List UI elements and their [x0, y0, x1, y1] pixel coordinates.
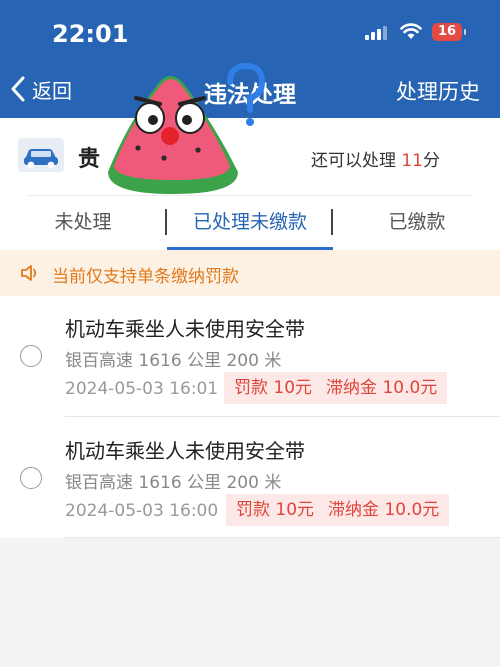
nav-bar: 返回 违法处理 处理历史 [0, 62, 500, 118]
violation-location: 银百高速 1616 公里 200 米 [65, 351, 282, 371]
violation-title: 机动车乘坐人未使用安全带 [65, 317, 305, 341]
fine-badge: 罚款 10元 滞纳金 10.0元 [224, 372, 448, 404]
history-button[interactable]: 处理历史 [396, 76, 480, 106]
tab-unprocessed[interactable]: 未处理 [0, 196, 166, 250]
battery-level: 16 [437, 24, 457, 39]
remaining-points: 还可以处理 11分 [311, 146, 440, 171]
list-item[interactable]: 机动车乘坐人未使用安全带 银百高速 1616 公里 200 米 2024-05-… [0, 296, 500, 416]
select-radio[interactable] [20, 467, 42, 489]
fine-amount: 罚款 10元 [236, 500, 315, 520]
notice-banner: 当前仅支持单条缴纳罚款 [0, 250, 500, 296]
cellular-signal-icon [365, 26, 387, 40]
tab-separator [331, 209, 333, 235]
violation-title: 机动车乘坐人未使用安全带 [65, 439, 305, 463]
late-fee: 滞纳金 10.0元 [326, 378, 438, 398]
vehicle-info: 贵 还可以处理 11分 [0, 118, 500, 196]
violation-list: 机动车乘坐人未使用安全带 银百高速 1616 公里 200 米 2024-05-… [0, 296, 500, 538]
fine-badge: 罚款 10元 滞纳金 10.0元 [226, 494, 450, 526]
remaining-count: 11 [401, 151, 423, 171]
notice-text: 当前仅支持单条缴纳罚款 [52, 267, 239, 287]
fine-amount: 罚款 10元 [234, 378, 313, 398]
violation-datetime: 2024-05-03 16:00 [65, 501, 219, 521]
speaker-icon [21, 265, 37, 281]
tab-paid[interactable]: 已缴款 [334, 196, 500, 250]
car-icon [18, 138, 64, 172]
status-bar: 22:01 16 [0, 0, 500, 62]
plate-number: 贵 [78, 147, 101, 172]
list-item[interactable]: 机动车乘坐人未使用安全带 银百高速 1616 公里 200 米 2024-05-… [0, 418, 500, 538]
divider [65, 416, 500, 417]
tab-processed-unpaid[interactable]: 已处理未缴款 [167, 196, 333, 250]
late-fee: 滞纳金 10.0元 [328, 500, 440, 520]
select-radio[interactable] [20, 345, 42, 367]
violation-location: 银百高速 1616 公里 200 米 [65, 473, 282, 493]
divider [65, 537, 500, 538]
remaining-suffix: 分 [423, 151, 440, 171]
battery-icon: 16 [432, 23, 466, 41]
remaining-prefix: 还可以处理 [310, 151, 396, 171]
violation-datetime: 2024-05-03 16:01 [65, 379, 219, 399]
status-tabs: 未处理 已处理未缴款 已缴款 [0, 196, 500, 250]
wifi-icon [400, 23, 422, 39]
status-time: 22:01 [52, 20, 129, 48]
